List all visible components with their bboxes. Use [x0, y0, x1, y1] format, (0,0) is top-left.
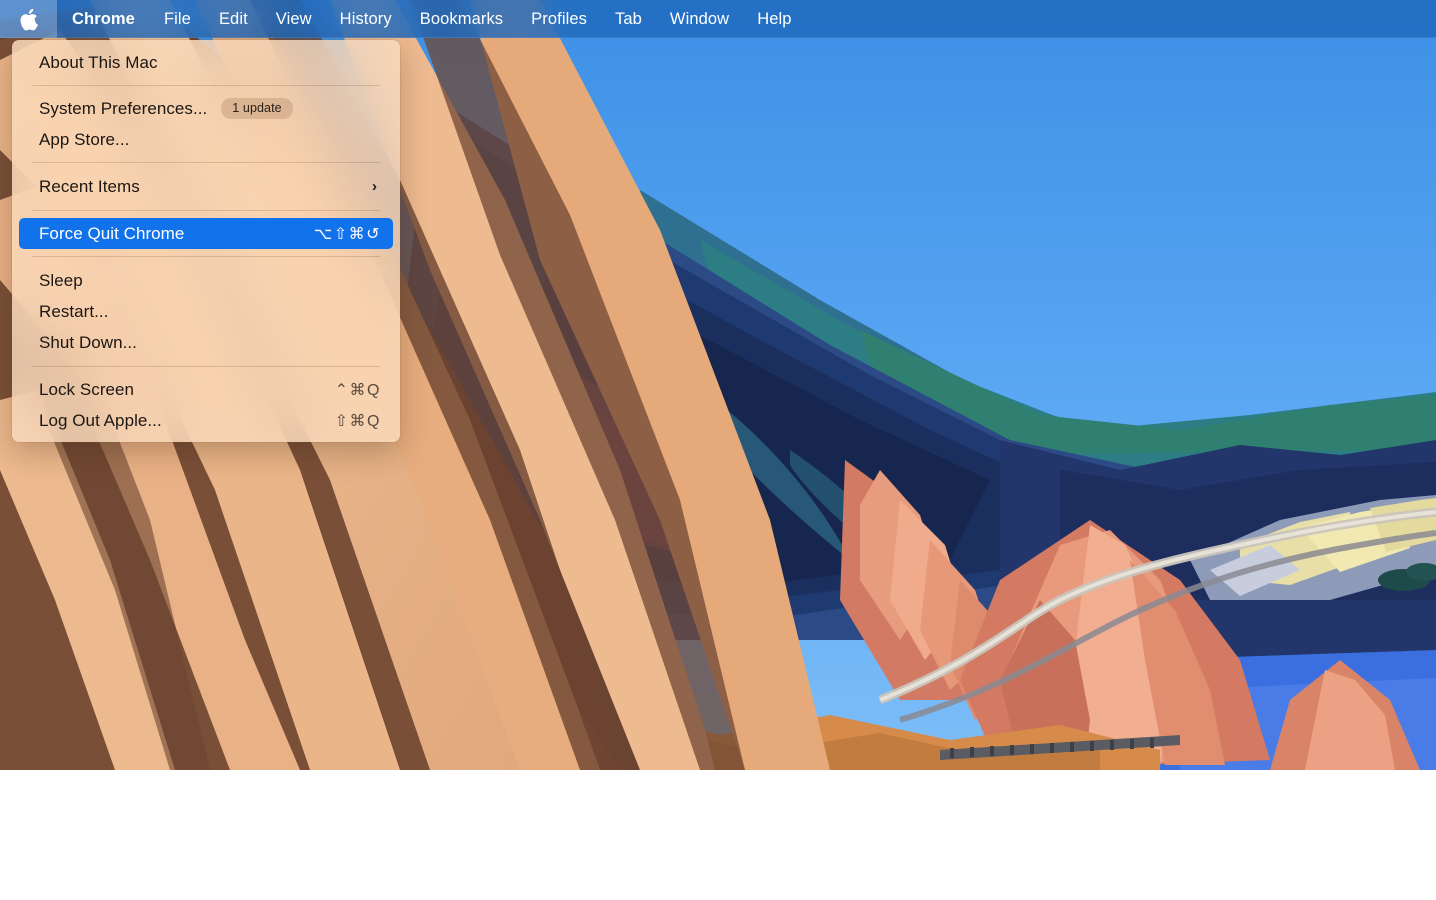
- menu-separator: [32, 366, 380, 367]
- menu-separator: [32, 256, 380, 257]
- menu-item-label: Restart...: [39, 301, 109, 321]
- menu-bar-item-view[interactable]: View: [262, 0, 326, 38]
- menu-separator: [32, 210, 380, 211]
- menu-separator: [32, 162, 380, 163]
- menu-bar-item-chrome[interactable]: Chrome: [57, 0, 150, 38]
- menu-item-lock-screen[interactable]: Lock Screen ⌃⌘Q: [19, 374, 393, 405]
- menu-item-app-store[interactable]: App Store...: [19, 124, 393, 155]
- menu-item-label: System Preferences...: [39, 98, 208, 118]
- desktop-screen: Chrome File Edit View History Bookmarks …: [0, 0, 1436, 900]
- apple-menu-button[interactable]: [0, 0, 57, 38]
- menu-bar-item-history[interactable]: History: [326, 0, 406, 38]
- menu-item-label: Log Out Apple...: [39, 410, 162, 430]
- menu-item-label: Shut Down...: [39, 332, 137, 352]
- keyboard-shortcut: ⇧⌘Q: [334, 412, 381, 430]
- menu-item-label: App Store...: [39, 129, 130, 149]
- menu-item-sleep[interactable]: Sleep: [19, 265, 393, 296]
- menu-item-about-this-mac[interactable]: About This Mac: [19, 47, 393, 78]
- apple-menu-dropdown: About This Mac System Preferences... 1 u…: [12, 40, 400, 442]
- menu-item-force-quit-chrome[interactable]: Force Quit Chrome ⌥⇧⌘↺: [19, 218, 393, 249]
- menu-separator: [32, 85, 380, 86]
- menu-item-label: Lock Screen: [39, 379, 135, 399]
- chevron-right-icon: ›: [371, 178, 377, 195]
- menu-bar-item-window[interactable]: Window: [656, 0, 743, 38]
- update-badge: 1 update: [221, 98, 293, 119]
- menu-item-restart[interactable]: Restart...: [19, 296, 393, 327]
- menu-item-recent-items[interactable]: Recent Items ›: [19, 171, 393, 202]
- blank-area-below-desktop: [0, 770, 1436, 900]
- menu-bar-item-profiles[interactable]: Profiles: [517, 0, 601, 38]
- menu-item-shut-down[interactable]: Shut Down...: [19, 327, 393, 358]
- menu-bar-item-help[interactable]: Help: [743, 0, 805, 38]
- apple-logo-icon: [19, 8, 38, 31]
- menu-bar-item-edit[interactable]: Edit: [205, 0, 262, 38]
- menu-bar-item-bookmarks[interactable]: Bookmarks: [406, 0, 517, 38]
- menu-item-label: Recent Items: [39, 176, 140, 196]
- menu-item-label: Force Quit Chrome: [39, 223, 185, 243]
- keyboard-shortcut: ⌃⌘Q: [334, 381, 381, 399]
- menu-bar-item-tab[interactable]: Tab: [601, 0, 656, 38]
- menu-bar-item-file[interactable]: File: [150, 0, 205, 38]
- menu-item-label: Sleep: [39, 270, 83, 290]
- menu-item-log-out[interactable]: Log Out Apple... ⇧⌘Q: [19, 405, 393, 436]
- menu-item-system-preferences[interactable]: System Preferences... 1 update: [19, 93, 393, 124]
- keyboard-shortcut: ⌥⇧⌘↺: [313, 225, 381, 243]
- macos-menu-bar: Chrome File Edit View History Bookmarks …: [0, 0, 1436, 38]
- menu-item-label: About This Mac: [39, 52, 158, 72]
